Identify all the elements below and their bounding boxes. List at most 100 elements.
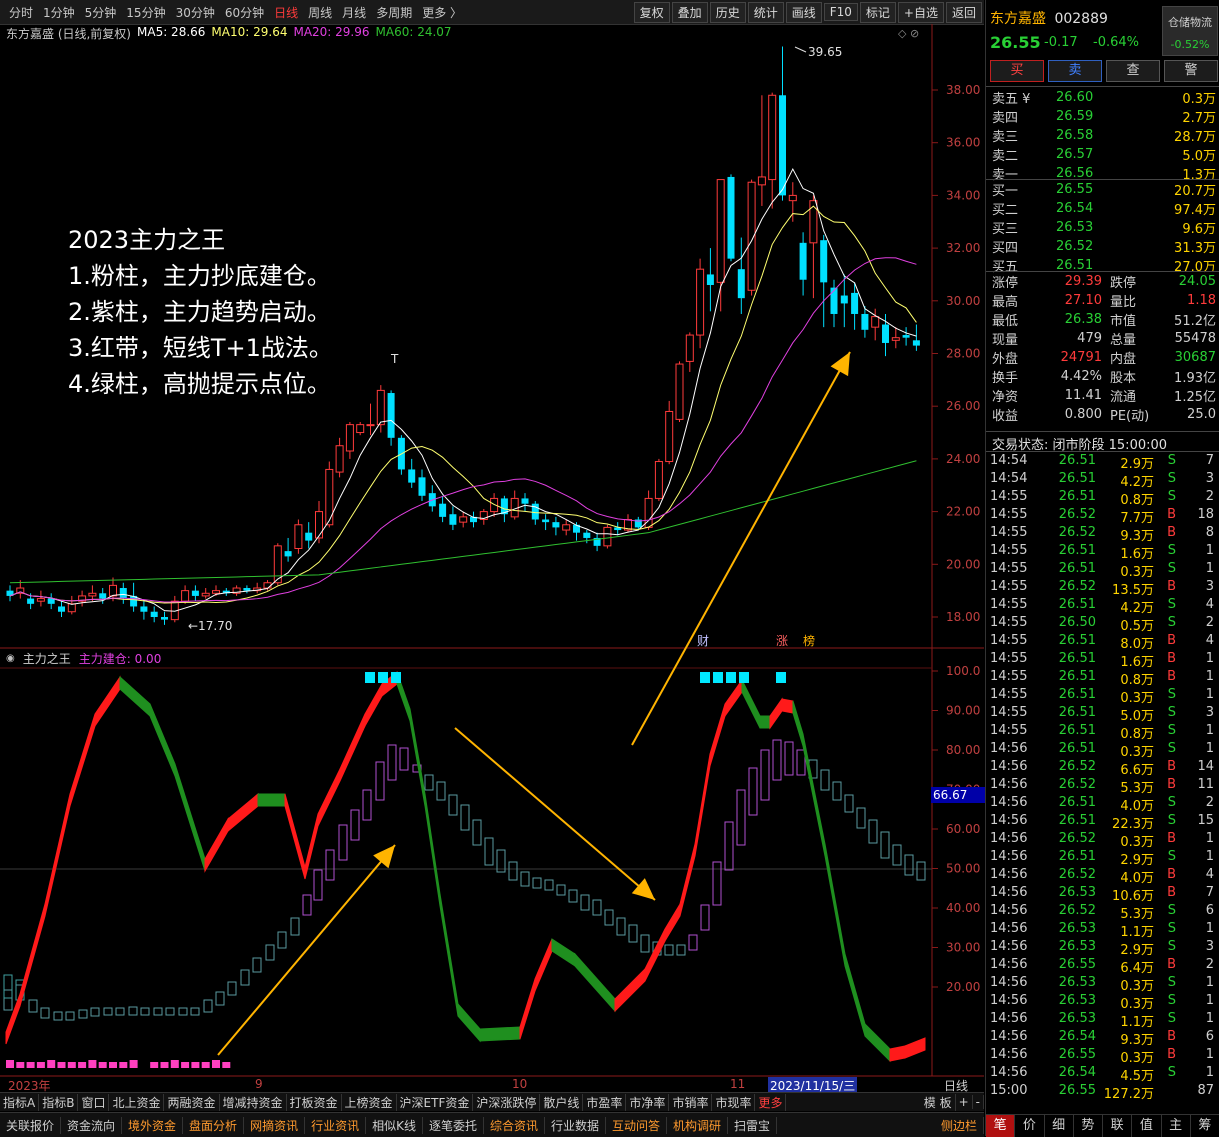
tick-count: 1 [1205,993,1214,1008]
indicator-tab[interactable]: 增减持资金 [220,1093,287,1111]
indicator-step-bar [313,869,323,901]
tick-price: 26.51 [1058,741,1096,756]
tick-time: 14:55 [990,561,1028,576]
indicator-tab[interactable]: 沪深涨跌停 [473,1093,541,1111]
indicator-header: ◉ 主力之王 主力建仓: 0.00 [6,650,161,666]
template-button[interactable]: - [973,1095,984,1109]
quote-tab[interactable]: 联 [1103,1115,1133,1137]
quote-tab[interactable]: 笔 [986,1115,1016,1137]
tick-count: 1 [1205,1011,1214,1026]
indicator-tab[interactable]: 上榜资金 [342,1093,397,1111]
candle-body-down [140,606,148,612]
trade-buttons: 买 卖 查 警 [990,60,1218,82]
info-tab[interactable]: 资金流向 [61,1116,123,1134]
price-axis-label: 24.00 [946,452,980,466]
tick-side: S [1167,723,1176,738]
event-marker[interactable]: 财 [697,634,709,648]
template-button[interactable]: 模 板 [921,1093,956,1111]
info-tab[interactable]: 综合资讯 [484,1116,545,1134]
tick-time: 14:56 [990,921,1028,936]
info-tab[interactable]: 机构调研 [667,1116,729,1134]
indicator-tab[interactable]: 更多 [755,1093,787,1111]
tick-list[interactable]: 14:54 26.51 2.9万 S 7 14:54 26.51 4.2万 S 3 14:55 26.… [990,453,1216,1102]
quote-tab[interactable]: 值 [1132,1115,1162,1137]
tick-side: S [1167,795,1176,810]
indicator-tab[interactable]: 指标B [39,1093,79,1111]
oscillator-segment [574,952,616,1013]
top-signal-marker [713,672,723,683]
tick-row: 14:55 26.51 1.6万 B 1 [990,651,1216,670]
tick-price: 26.51 [1058,489,1096,504]
order-book-row[interactable]: 买四 26.52 31.3万 [992,237,1216,256]
info-tab[interactable]: 行业数据 [545,1116,607,1134]
indicator-tab[interactable]: 市现率 [712,1093,756,1111]
event-marker[interactable]: 榜 [803,633,815,648]
stat-key: 最低 [992,314,1019,329]
tick-volume: 0.3万 [1120,997,1154,1012]
indicator-tab[interactable]: 北上资金 [109,1093,165,1111]
accumulation-bar [129,1060,138,1068]
indicator-tab[interactable]: 窗口 [78,1093,110,1111]
indicator-tab[interactable]: 散户线 [540,1093,584,1111]
quote-tab[interactable]: 筹 [1191,1115,1219,1137]
quote-tab[interactable]: 价 [1015,1115,1045,1137]
event-marker[interactable]: 涨 [776,633,788,648]
tick-time: 14:55 [990,669,1028,684]
candle-body-up [685,334,694,362]
indicator-tab[interactable]: 打板资金 [287,1093,342,1111]
sector-box[interactable]: 仓储物流 -0.52% [1162,6,1218,56]
tick-row: 14:56 26.54 4.5万 S 1 [990,1065,1216,1084]
oscillator-segment [317,768,341,827]
candle-body-up [768,94,777,181]
indicator-step-bar [532,877,542,889]
indicator-tab[interactable]: 两融资金 [164,1093,220,1111]
indicator-tab[interactable]: 沪深ETF资金 [397,1093,474,1111]
order-book-row[interactable]: 买二 26.54 97.4万 [992,199,1216,218]
sidebar-toggle[interactable]: 侧边栏 [935,1116,984,1134]
top-signal-marker [700,672,710,683]
tick-price: 26.53 [1058,1011,1096,1026]
buy-button[interactable]: 买 [990,60,1044,82]
indicator-step-bar [856,807,866,829]
info-tab[interactable]: 网摘资讯 [244,1116,306,1134]
collapse-icon[interactable]: ◉ [6,653,15,664]
quote-tab[interactable]: 主 [1162,1115,1191,1137]
accumulation-bar [16,1062,25,1068]
template-button[interactable]: + [956,1095,973,1109]
indicator-title[interactable]: 主力之王 [23,650,71,667]
info-tab[interactable]: 关联报价 [0,1116,62,1134]
order-book-row[interactable]: 卖二 26.57 5.0万 [992,145,1216,164]
tick-price: 26.53 [1058,975,1096,990]
tick-count: 1 [1205,687,1214,702]
tick-count: 3 [1205,579,1214,594]
tick-price: 26.51 [1058,453,1096,468]
price-axis-label: 22.00 [946,505,980,519]
indicator-tab[interactable]: 市销率 [669,1093,713,1111]
order-book-row[interactable]: 卖三 26.58 28.7万 [992,126,1216,145]
level-volume: 0.3万 [1182,92,1216,107]
info-tab[interactable]: 互动问答 [606,1116,668,1134]
indicator-tab[interactable]: 市盈率 [583,1093,627,1111]
indicator-tab[interactable]: 指标A [0,1093,40,1111]
alert-button[interactable]: 警 [1164,60,1218,82]
sell-button[interactable]: 卖 [1048,60,1102,82]
info-tab[interactable]: 行业资讯 [305,1116,367,1134]
candle-body-up [654,461,663,499]
query-button[interactable]: 查 [1106,60,1160,82]
info-tab[interactable]: 相似K线 [366,1116,423,1134]
info-tab[interactable]: 盘面分析 [183,1116,245,1134]
order-book-row[interactable]: 卖五 ¥ 26.60 0.3万 [992,88,1216,107]
order-book-row[interactable]: 卖四 26.59 2.7万 [992,107,1216,126]
tick-price: 26.52 [1058,579,1096,594]
indicator-step-bar [265,944,275,961]
top-signal-marker [739,672,749,683]
order-book-row[interactable]: 买一 26.55 20.7万 [992,180,1216,199]
info-tab[interactable]: 扫雷宝 [728,1116,778,1134]
quote-tab[interactable]: 势 [1074,1115,1103,1137]
info-tab[interactable]: 境外资金 [122,1116,184,1134]
quote-tab[interactable]: 细 [1045,1115,1074,1137]
info-tab[interactable]: 逐笔委托 [423,1116,484,1134]
kline-chart[interactable]: 38.00 36.00 34.00 32.00 30.00 28.00 26.00 24.00… [0,0,984,1092]
order-book-row[interactable]: 买三 26.53 9.6万 [992,218,1216,237]
indicator-tab[interactable]: 市净率 [626,1093,670,1111]
